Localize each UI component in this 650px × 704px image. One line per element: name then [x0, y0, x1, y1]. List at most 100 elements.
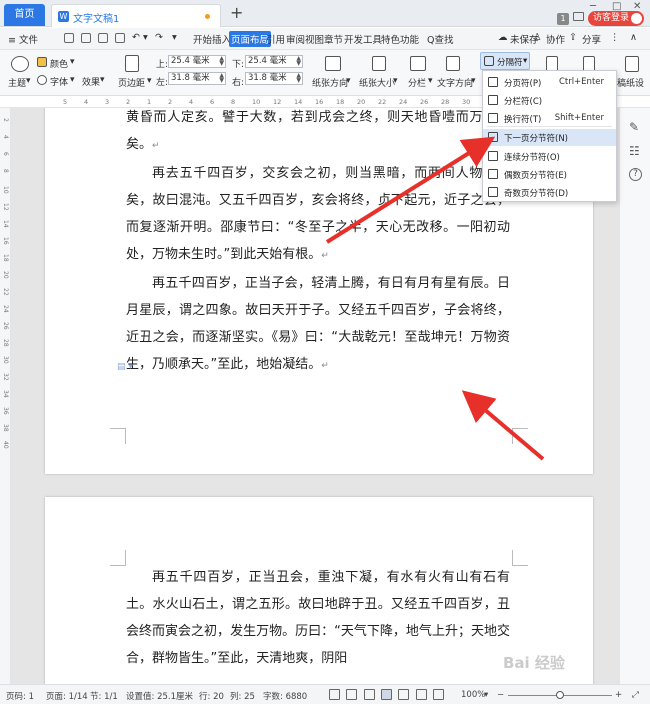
separator-button[interactable]: 分隔符 ▾ — [480, 52, 530, 70]
word-count-status[interactable]: 字数: 6880 — [263, 690, 307, 702]
paragraph[interactable]: 再五千四百岁，正当子会，轻清上腾，有日有月有星有辰。日月星辰，谓之四象。故曰天开… — [126, 270, 510, 380]
print-preview-icon[interactable] — [115, 33, 125, 43]
collab-icon[interactable]: ♙ — [533, 32, 542, 43]
more-options-icon[interactable]: ⋮ — [610, 32, 620, 43]
zoom-out-button[interactable]: − — [497, 690, 504, 700]
orientation-icon[interactable] — [325, 56, 341, 71]
web-view-icon[interactable] — [433, 689, 444, 700]
bottom-margin-input[interactable]: 25.4 毫米 ▲ ▼ — [245, 55, 303, 68]
page-count-status[interactable]: 页面: 1/14 — [46, 690, 88, 702]
zoom-in-button[interactable]: + — [615, 690, 622, 700]
reading-view-icon[interactable] — [416, 689, 427, 700]
tab-page-layout[interactable]: 页面布局 — [229, 31, 272, 47]
paper-size-dropdown-icon[interactable]: ▾ — [393, 76, 398, 86]
separator-menu-item[interactable]: 分页符(P) Ctrl+Enter — [483, 74, 616, 91]
text-direction-icon[interactable] — [446, 56, 460, 71]
menu-file[interactable]: ≡ 文件 — [8, 32, 38, 46]
margins-button[interactable]: 页边距 — [118, 76, 145, 89]
export-icon[interactable] — [81, 33, 91, 43]
separator-menu-item[interactable]: 下一页分节符(N) — [483, 129, 616, 146]
tab-special-features[interactable]: 特色功能 — [381, 32, 419, 46]
separator-menu-item[interactable]: 连续分节符(O) — [483, 148, 616, 165]
theme-icon[interactable] — [11, 56, 29, 72]
left-margin-spinner-icon[interactable]: ▲ ▼ — [219, 73, 224, 84]
eye-protection-icon[interactable] — [346, 689, 357, 700]
theme-dropdown-icon[interactable]: ▾ — [26, 76, 31, 86]
orientation-dropdown-icon[interactable]: ▾ — [346, 76, 351, 86]
new-tab-button[interactable]: + — [230, 4, 243, 22]
columns-icon[interactable] — [410, 56, 426, 71]
zoom-dropdown-icon[interactable]: ▾ — [484, 690, 488, 700]
bottom-margin-spinner-icon[interactable]: ▲ ▼ — [296, 56, 301, 67]
paper-size-icon[interactable] — [372, 56, 386, 71]
page-number-status[interactable]: 页码: 1 — [6, 690, 34, 702]
share-button[interactable]: 分享 — [582, 32, 601, 46]
manuscript-paper-icon[interactable] — [625, 56, 639, 72]
column-status[interactable]: 列: 25 — [230, 690, 255, 702]
separator-menu-item[interactable]: 换行符(T) Shift+Enter — [483, 110, 616, 127]
print-icon[interactable] — [98, 33, 108, 43]
paper-size-button[interactable]: 纸张大小 — [359, 76, 395, 89]
columns-button[interactable]: 分栏 — [408, 76, 426, 89]
right-margin-input[interactable]: 31.8 毫米 ▲ ▼ — [245, 72, 303, 85]
manuscript-paper-button[interactable]: 稿纸设 — [617, 76, 644, 89]
tab-references[interactable]: 引用 — [266, 32, 285, 46]
fit-window-icon[interactable]: ⤢ — [632, 690, 639, 700]
undo-icon[interactable]: ↶ ▾ — [132, 32, 148, 43]
colors-dropdown-icon[interactable]: ▾ — [70, 57, 75, 67]
separator-menu-item[interactable]: 分栏符(C) — [483, 92, 616, 109]
paragraph[interactable]: 再去五千四百岁，交亥会之初，则当黑暗，而两间人物俱无矣，故曰混沌。又五千四百岁，… — [126, 160, 510, 270]
vertical-ruler[interactable]: 2 4 6 8 10 12 14 16 18 20 22 24 26 28 30 32 34 36 38 40 — [0, 108, 11, 684]
screen-icon[interactable] — [573, 12, 584, 21]
guest-login-button[interactable]: 访客登录 — [588, 11, 644, 26]
tab-home[interactable]: 首页 — [4, 4, 45, 26]
separator-menu-item[interactable]: 偶数页分节符(E) — [483, 166, 616, 183]
redo-icon[interactable]: ↷ — [155, 32, 163, 43]
tab-review[interactable]: 审阅 — [286, 32, 305, 46]
top-margin-spinner-icon[interactable]: ▲ ▼ — [219, 56, 224, 67]
effects-button[interactable]: 效果 — [82, 75, 100, 88]
full-screen-icon[interactable] — [329, 689, 340, 700]
text-direction-button[interactable]: 文字方向 — [437, 76, 473, 89]
zoom-level[interactable]: 100% — [461, 690, 485, 700]
fonts-dropdown-icon[interactable]: ▾ — [70, 75, 75, 85]
outline-view-icon[interactable] — [398, 689, 409, 700]
columns-dropdown-icon[interactable]: ▾ — [428, 76, 433, 86]
paragraph[interactable]: 黄昏而人定亥。譬于大数，若到戌会之终，则天地昏噎而万物否矣。↵ — [126, 108, 510, 160]
paragraph[interactable]: 再五千四百岁，正当丑会，重浊下凝，有水有火有山有石有土。水火山石土，谓之五形。故… — [126, 564, 510, 672]
paragraph-menu-icon[interactable]: ▤ ▾ — [117, 362, 133, 372]
more-icon[interactable]: ▾ — [172, 32, 177, 43]
page2-text[interactable]: 再五千四百岁，正当丑会，重浊下凝，有水有火有山有石有土。水火山石土，谓之五形。故… — [126, 564, 510, 672]
cloud-icon[interactable]: ☁ — [498, 32, 508, 43]
section-status[interactable]: 节: 1/1 — [90, 690, 118, 702]
tab-start[interactable]: 开始 — [193, 32, 212, 46]
notification-badge[interactable]: 1 — [557, 13, 569, 25]
help-icon[interactable]: ? — [629, 168, 642, 181]
margins-dropdown-icon[interactable]: ▾ — [147, 76, 152, 86]
tab-dev-tools[interactable]: 开发工具 — [344, 32, 382, 46]
page-view-icon[interactable] — [381, 689, 392, 700]
spell-check-icon[interactable] — [364, 689, 375, 700]
margins-icon[interactable] — [125, 55, 139, 72]
search-button[interactable]: Q查找 — [427, 32, 453, 46]
tab-chapter[interactable]: 章节 — [324, 32, 343, 46]
tab-document[interactable]: W 文字文稿1 — [51, 4, 221, 27]
fonts-button[interactable]: 字体 — [50, 75, 68, 88]
tab-view[interactable]: 视图 — [305, 32, 324, 46]
orientation-button[interactable]: 纸张方向 — [312, 76, 348, 89]
edit-icon[interactable]: ✎ — [629, 120, 642, 134]
text-direction-dropdown-icon[interactable]: ▾ — [471, 76, 476, 86]
top-margin-input[interactable]: 25.4 毫米 ▲ ▼ — [168, 55, 226, 68]
collapse-ribbon-icon[interactable]: ∧ — [630, 32, 637, 43]
separator-menu-item[interactable]: 奇数页分节符(D) — [483, 184, 616, 201]
collab-button[interactable]: 协作 — [546, 32, 565, 46]
setting-value-status[interactable]: 设置值: 25.1厘米 — [126, 690, 193, 702]
share-icon[interactable]: ⇪ — [569, 32, 577, 43]
left-margin-input[interactable]: 31.8 毫米 ▲ ▼ — [168, 72, 226, 85]
theme-button[interactable]: 主题 — [8, 76, 26, 89]
settings-icon[interactable]: ☷ — [629, 144, 642, 158]
effects-dropdown-icon[interactable]: ▾ — [100, 75, 105, 85]
colors-button[interactable]: 颜色 — [50, 57, 68, 70]
zoom-slider-thumb[interactable] — [556, 691, 564, 699]
page1-text[interactable]: 黄昏而人定亥。譬于大数，若到戌会之终，则天地昏噎而万物否矣。↵ 再去五千四百岁，… — [126, 108, 510, 380]
